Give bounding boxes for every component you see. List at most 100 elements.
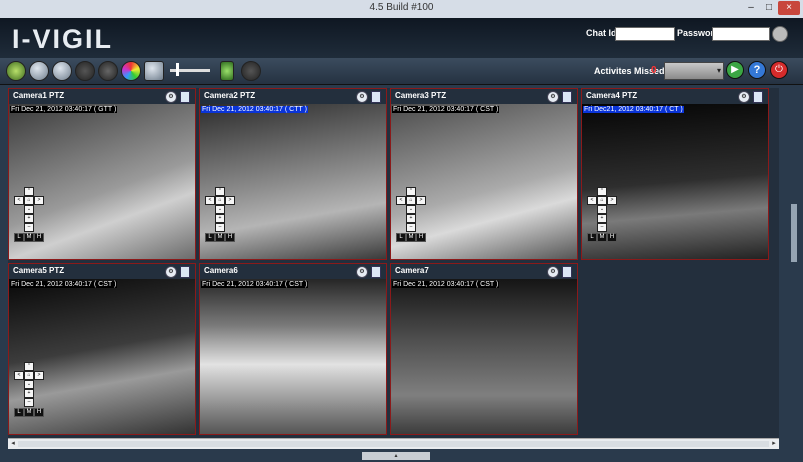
camera-tile[interactable]: Camera5 PTZ ⚙ Fri Dec 21, 2012 03:40:17 … (8, 263, 196, 435)
ptz-up-button[interactable]: ⌃ (24, 187, 34, 196)
camera-copy-icon[interactable] (180, 91, 190, 103)
volume-slider-knob[interactable] (176, 63, 179, 76)
scroll-right-arrow[interactable]: ▸ (769, 439, 779, 449)
camera-tile[interactable]: Camera7 ⚙ Fri Dec 21, 2012 03:40:17 ( CS… (390, 263, 578, 435)
bottom-panel-tab[interactable]: ▴ (362, 452, 430, 460)
ptz-zoom-out-button[interactable]: – (24, 398, 34, 407)
activity-dropdown[interactable]: ▾ (664, 62, 724, 80)
camera-feed[interactable]: Fri Dec 21, 2012 03:40:17 ( CST ) (391, 279, 577, 434)
camera-icon[interactable] (6, 61, 26, 81)
camera-copy-icon[interactable] (371, 266, 381, 278)
camera-copy-icon[interactable] (753, 91, 763, 103)
ptz-home-button[interactable]: ⌂ (24, 371, 34, 380)
ptz-speed-low[interactable]: L (587, 233, 597, 242)
close-button[interactable]: × (778, 1, 800, 15)
color-wheel-icon[interactable] (121, 61, 141, 81)
ptz-down-button[interactable]: ⌄ (24, 380, 34, 389)
power-button[interactable]: ⏻ (770, 61, 788, 79)
camera-settings-icon[interactable]: ⚙ (738, 91, 750, 103)
ptz-left-button[interactable]: < (14, 196, 24, 205)
ptz-left-button[interactable]: < (587, 196, 597, 205)
ptz-up-button[interactable]: ⌃ (597, 187, 607, 196)
scroll-thumb[interactable] (18, 441, 769, 447)
camera-settings-icon[interactable]: ⚙ (356, 266, 368, 278)
ptz-down-button[interactable]: ⌄ (24, 205, 34, 214)
ptz-home-button[interactable]: ⌂ (24, 196, 34, 205)
ptz-zoom-out-button[interactable]: – (597, 223, 607, 232)
ptz-up-button[interactable]: ⌃ (24, 362, 34, 371)
camera-copy-icon[interactable] (562, 266, 572, 278)
ptz-home-button[interactable]: ⌂ (215, 196, 225, 205)
ptz-zoom-in-button[interactable]: + (406, 214, 416, 223)
ptz-zoom-in-button[interactable]: + (597, 214, 607, 223)
ptz-home-button[interactable]: ⌂ (597, 196, 607, 205)
horizontal-scrollbar[interactable]: ◂ ▸ (8, 438, 779, 449)
camera-tile[interactable]: Camera1 PTZ ⚙ Fri Dec 21, 2012 03:40:17 … (8, 88, 196, 260)
password-field[interactable] (712, 27, 770, 41)
ptz-right-button[interactable]: > (34, 371, 44, 380)
ptz-left-button[interactable]: < (396, 196, 406, 205)
camera-settings-icon[interactable]: ⚙ (547, 266, 559, 278)
ptz-right-button[interactable]: > (607, 196, 617, 205)
camera-title: Camera5 PTZ (13, 266, 65, 275)
chat-id-field[interactable] (615, 27, 675, 41)
user-icon[interactable] (772, 26, 788, 42)
network-icon[interactable] (52, 61, 72, 81)
ptz-zoom-out-button[interactable]: – (215, 223, 225, 232)
ptz-speed-medium[interactable]: M (24, 233, 34, 242)
camera-tile[interactable]: Camera3 PTZ ⚙ Fri Dec 21, 2012 03:40:17 … (390, 88, 578, 260)
ptz-left-button[interactable]: < (205, 196, 215, 205)
ptz-down-button[interactable]: ⌄ (406, 205, 416, 214)
scroll-left-arrow[interactable]: ◂ (8, 439, 18, 449)
maximize-button[interactable]: □ (760, 1, 778, 15)
minimize-button[interactable]: – (742, 1, 760, 15)
ptz-home-button[interactable]: ⌂ (406, 196, 416, 205)
camera-settings-icon[interactable]: ⚙ (356, 91, 368, 103)
camera-tile[interactable]: Camera2 PTZ ⚙ Fri Dec 21, 2012 03:40:17 … (199, 88, 387, 260)
ptz-speed-high[interactable]: H (416, 233, 426, 242)
ptz-down-button[interactable]: ⌄ (215, 205, 225, 214)
ptz-speed-medium[interactable]: M (597, 233, 607, 242)
ptz-right-button[interactable]: > (416, 196, 426, 205)
camera-tile[interactable]: Camera4 PTZ ⚙ Fri Dec21, 2012 03:40:17 (… (581, 88, 769, 260)
ptz-zoom-out-button[interactable]: – (24, 223, 34, 232)
ptz-speed-high[interactable]: H (34, 233, 44, 242)
ptz-speed-low[interactable]: L (396, 233, 406, 242)
ptz-zoom-out-button[interactable]: – (406, 223, 416, 232)
ptz-up-button[interactable]: ⌃ (406, 187, 416, 196)
ptz-speed-high[interactable]: H (34, 408, 44, 417)
camera-copy-icon[interactable] (562, 91, 572, 103)
ptz-speed-medium[interactable]: M (406, 233, 416, 242)
ptz-speed-medium[interactable]: M (215, 233, 225, 242)
ptz-zoom-in-button[interactable]: + (215, 214, 225, 223)
microphone-icon[interactable] (220, 61, 234, 81)
ptz-speed-low[interactable]: L (205, 233, 215, 242)
camera-settings-icon[interactable]: ⚙ (165, 266, 177, 278)
grid-icon[interactable] (75, 61, 95, 81)
ptz-speed-medium[interactable]: M (24, 408, 34, 417)
ptz-zoom-in-button[interactable]: + (24, 389, 34, 398)
camera-copy-icon[interactable] (371, 91, 381, 103)
help-button[interactable]: ? (748, 61, 766, 79)
ptz-right-button[interactable]: > (225, 196, 235, 205)
ptz-right-button[interactable]: > (34, 196, 44, 205)
ptz-left-button[interactable]: < (14, 371, 24, 380)
monitor-icon[interactable] (144, 61, 164, 81)
ptz-icon[interactable] (98, 61, 118, 81)
ptz-speed-high[interactable]: H (225, 233, 235, 242)
vertical-scroll-thumb[interactable] (791, 204, 797, 262)
settings-icon[interactable] (29, 61, 49, 81)
ptz-down-button[interactable]: ⌄ (597, 205, 607, 214)
camera-settings-icon[interactable]: ⚙ (165, 91, 177, 103)
ptz-zoom-in-button[interactable]: + (24, 214, 34, 223)
ptz-speed-low[interactable]: L (14, 233, 24, 242)
camera-feed[interactable]: Fri Dec 21, 2012 03:40:17 ( CST ) (200, 279, 386, 434)
play-button[interactable]: ▶ (726, 61, 744, 79)
camera-tile[interactable]: Camera6 ⚙ Fri Dec 21, 2012 03:40:17 ( CS… (199, 263, 387, 435)
ptz-speed-low[interactable]: L (14, 408, 24, 417)
camera-settings-icon[interactable]: ⚙ (547, 91, 559, 103)
ptz-speed-high[interactable]: H (607, 233, 617, 242)
keyboard-icon[interactable] (241, 61, 261, 81)
camera-copy-icon[interactable] (180, 266, 190, 278)
ptz-up-button[interactable]: ⌃ (215, 187, 225, 196)
